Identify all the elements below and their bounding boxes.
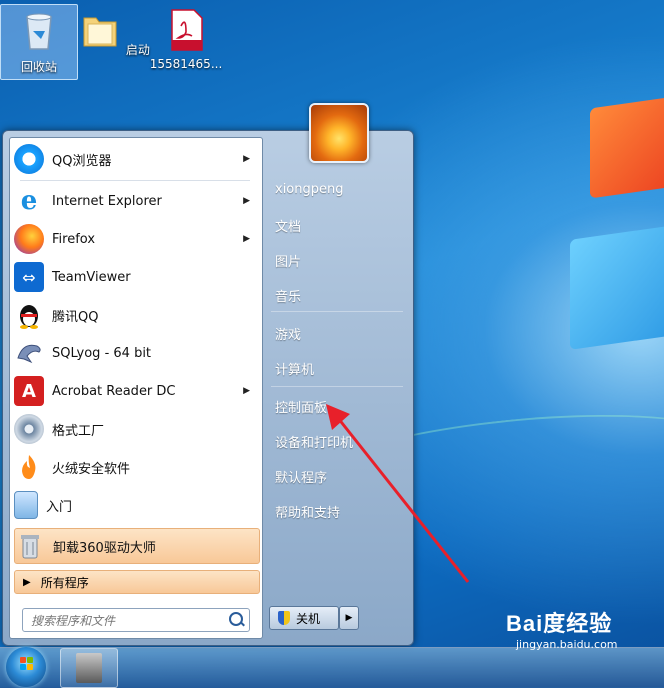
acrobat-reader-icon: A	[14, 376, 44, 406]
program-qq-browser[interactable]: QQ浏览器 ▶	[14, 142, 258, 176]
firefox-icon	[14, 224, 44, 254]
user-avatar[interactable]	[309, 103, 369, 163]
desktop-icon-pdf-file[interactable]: 15581465...	[148, 4, 224, 78]
getting-started-icon	[14, 491, 38, 519]
teamviewer-icon: ⇔	[14, 262, 44, 292]
submenu-arrow-icon: ▶	[243, 154, 250, 164]
desktop-icon-recycle-bin[interactable]: 回收站	[0, 4, 78, 80]
submenu-arrow-icon: ▶	[243, 234, 250, 244]
submenu-arrow-icon: ▶	[243, 386, 250, 396]
chevron-right-icon: ▶	[345, 613, 353, 623]
app-thumbnail-icon	[76, 653, 102, 683]
right-item-control-panel[interactable]: 控制面板	[271, 394, 405, 418]
program-acrobat-reader[interactable]: A Acrobat Reader DC ▶	[14, 374, 258, 408]
windows-logo-wallpaper	[530, 80, 664, 380]
qq-penguin-icon	[14, 300, 44, 330]
program-internet-explorer[interactable]: e Internet Explorer ▶	[14, 184, 258, 218]
program-format-factory[interactable]: 格式工厂	[14, 412, 258, 446]
divider	[20, 180, 250, 181]
triangle-right-icon: ▶	[23, 576, 31, 588]
search-input[interactable]	[29, 611, 223, 631]
programs-pane: QQ浏览器 ▶ e Internet Explorer ▶ Firefox ▶ …	[9, 137, 263, 639]
program-getting-started[interactable]: 入门	[14, 488, 258, 522]
right-item-help-support[interactable]: 帮助和支持	[271, 499, 405, 523]
program-teamviewer[interactable]: ⇔ TeamViewer	[14, 260, 258, 294]
baidu-watermark: Bai度经验 jingyan.baidu.com	[506, 606, 618, 651]
uac-shield-icon	[278, 611, 290, 625]
all-programs-button[interactable]: ▶ 所有程序	[14, 570, 260, 594]
start-menu: QQ浏览器 ▶ e Internet Explorer ▶ Firefox ▶ …	[2, 103, 414, 646]
watermark-url: jingyan.baidu.com	[516, 638, 618, 651]
right-item-documents[interactable]: 文档	[271, 213, 405, 237]
windows-flag-icon	[20, 657, 34, 671]
program-uninstall-360-driver[interactable]: 卸载360驱动大师	[14, 528, 260, 564]
program-firefox[interactable]: Firefox ▶	[14, 222, 258, 256]
right-item-username[interactable]: xiongpeng	[271, 177, 405, 201]
divider	[271, 386, 403, 387]
divider	[271, 311, 403, 312]
taskbar-app-button[interactable]	[60, 648, 118, 688]
right-item-pictures[interactable]: 图片	[271, 248, 405, 272]
submenu-arrow-icon: ▶	[243, 196, 250, 206]
start-button[interactable]	[6, 647, 46, 687]
program-huorong-security[interactable]: 火绒安全软件	[14, 450, 258, 484]
program-sqlyog[interactable]: SQLyog - 64 bit	[14, 336, 258, 370]
search-icon[interactable]	[229, 612, 243, 626]
qq-browser-icon	[14, 144, 44, 174]
right-item-computer[interactable]: 计算机	[271, 356, 405, 380]
folder-icon	[83, 17, 117, 47]
right-item-devices-printers[interactable]: 设备和打印机	[271, 429, 405, 453]
right-item-music[interactable]: 音乐	[271, 283, 405, 307]
uninstall-icon	[15, 531, 45, 561]
shutdown-options-button[interactable]: ▶	[339, 606, 359, 630]
desktop-icon-startup-folder[interactable]: 启动	[76, 4, 152, 78]
shutdown-button[interactable]: 关机	[269, 606, 339, 630]
right-item-games[interactable]: 游戏	[271, 321, 405, 345]
recycle-bin-icon	[26, 13, 52, 50]
right-item-default-programs[interactable]: 默认程序	[271, 464, 405, 488]
internet-explorer-icon: e	[20, 186, 38, 216]
huorong-security-icon	[14, 452, 44, 482]
pdf-file-icon	[171, 9, 203, 51]
format-factory-icon	[14, 414, 44, 444]
watermark-brand: Bai度经验	[506, 611, 613, 636]
search-box[interactable]	[22, 608, 250, 632]
program-tencent-qq[interactable]: 腾讯QQ	[14, 298, 258, 332]
sqlyog-dolphin-icon	[14, 338, 44, 368]
